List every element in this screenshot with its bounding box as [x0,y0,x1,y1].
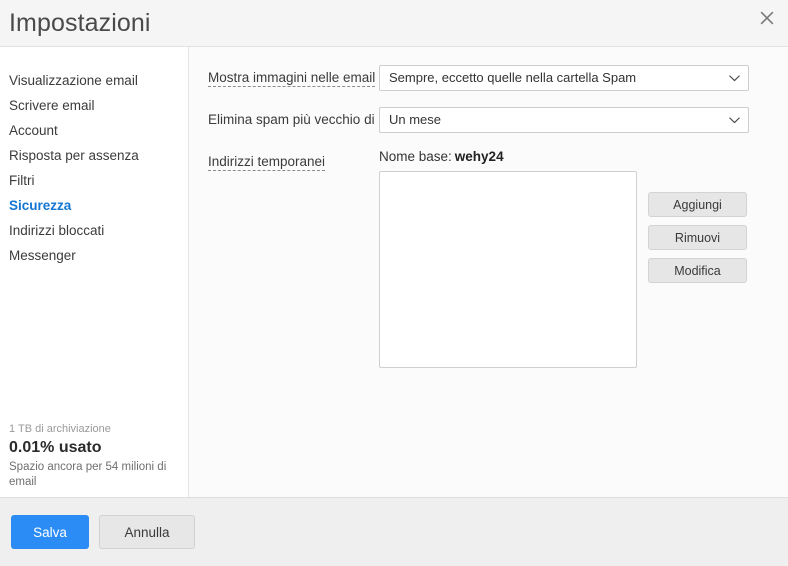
row-show-images: Mostra immagini nelle email Sempre, ecce… [189,65,788,91]
address-listbox[interactable] [379,171,637,368]
temp-addresses-body: Aggiungi Rimuovi Modifica [379,171,747,368]
delete-spam-label-text: Elimina spam più vecchio di [208,112,375,127]
storage-used-label: 0.01% usato [9,439,102,457]
sidebar-item-scrivere-email[interactable]: Scrivere email [0,93,188,118]
base-name-label: Nome base: [379,149,452,164]
temp-addresses-label: Indirizzi temporanei [189,149,379,171]
save-button[interactable]: Salva [11,515,89,549]
sidebar: Visualizzazione email Scrivere email Acc… [0,47,189,497]
temp-addresses-panel: Nome base: wehy24 Aggiungi Rimuovi Modifi… [379,149,747,368]
base-name-row: Nome base: wehy24 [379,149,747,165]
dialog-body: Visualizzazione email Scrivere email Acc… [0,47,788,497]
settings-content: Mostra immagini nelle email Sempre, ecce… [189,47,788,497]
sidebar-item-indirizzi-bloccati[interactable]: Indirizzi bloccati [0,218,188,243]
remove-address-button[interactable]: Rimuovi [648,225,747,250]
dialog-header: Impostazioni [0,0,788,47]
sidebar-item-filtri[interactable]: Filtri [0,168,188,193]
storage-info: 1 TB di archiviazione 0.01% usato Spazio… [9,423,188,490]
sidebar-item-sicurezza[interactable]: Sicurezza [0,193,188,218]
cancel-button[interactable]: Annulla [99,515,195,549]
sidebar-item-account[interactable]: Account [0,118,188,143]
show-images-label-text: Mostra immagini nelle email [208,70,376,87]
sidebar-item-messenger[interactable]: Messenger [0,243,188,268]
base-name-value: wehy24 [454,149,504,164]
sidebar-item-risposta-per-assenza[interactable]: Risposta per assenza [0,143,188,168]
dialog-footer: Salva Annulla [0,497,788,566]
sidebar-item-visualizzazione-email[interactable]: Visualizzazione email [0,68,188,93]
show-images-select[interactable]: Sempre, eccetto quelle nella cartella Sp… [379,65,749,91]
row-delete-spam: Elimina spam più vecchio di Un mese [189,107,788,133]
add-address-button[interactable]: Aggiungi [648,192,747,217]
delete-spam-select-wrap: Un mese [379,107,749,133]
list-action-buttons: Aggiungi Rimuovi Modifica [648,171,747,283]
close-icon [760,11,774,25]
row-temp-addresses: Indirizzi temporanei Nome base: wehy24 Ag… [189,149,788,368]
temp-addresses-label-text: Indirizzi temporanei [208,154,326,171]
storage-remaining-label: Spazio ancora per 54 milioni di email [9,461,167,488]
storage-quota-label: 1 TB di archiviazione [9,422,111,435]
settings-dialog: Impostazioni Visualizzazione email Scriv… [0,0,788,566]
edit-address-button[interactable]: Modifica [648,258,747,283]
delete-spam-select[interactable]: Un mese [379,107,749,133]
page-title: Impostazioni [9,8,151,37]
show-images-select-wrap: Sempre, eccetto quelle nella cartella Sp… [379,65,749,91]
sidebar-nav: Visualizzazione email Scrivere email Acc… [0,47,188,268]
close-button[interactable] [746,0,788,36]
delete-spam-label: Elimina spam più vecchio di [189,107,379,127]
show-images-label: Mostra immagini nelle email [189,65,379,87]
